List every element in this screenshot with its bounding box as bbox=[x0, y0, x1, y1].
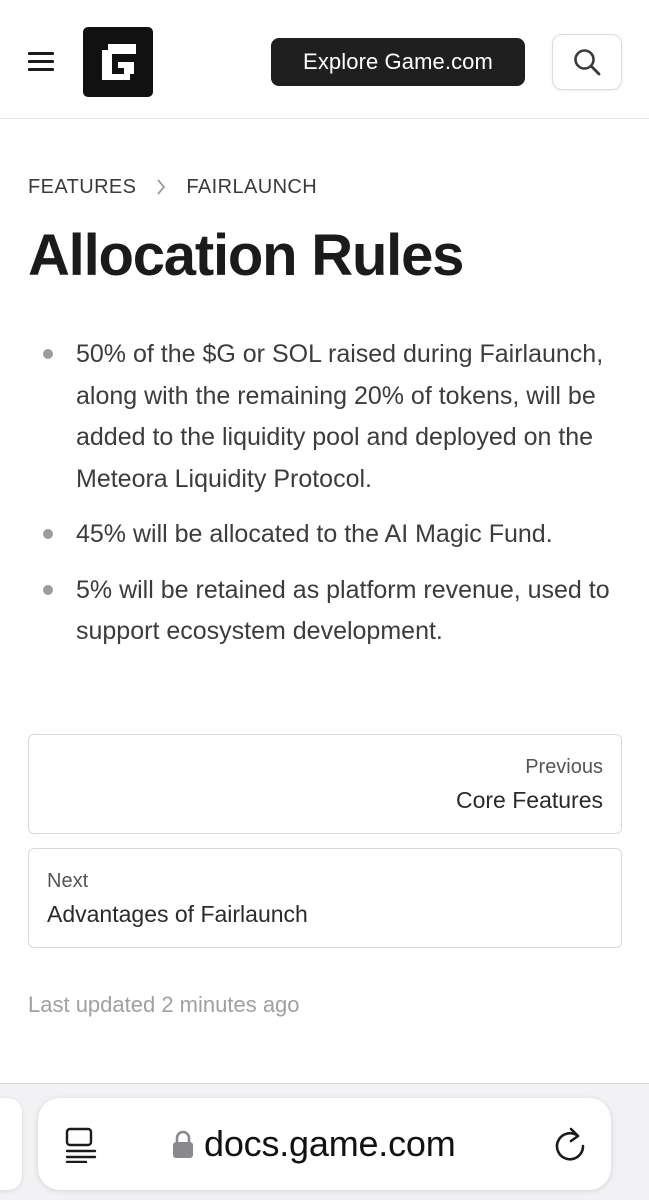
explore-game-button[interactable]: Explore Game.com bbox=[271, 38, 525, 86]
previous-title: Core Features bbox=[455, 787, 603, 813]
browser-toolbar: docs.game.com bbox=[0, 1083, 649, 1200]
hamburger-menu-icon[interactable] bbox=[28, 50, 54, 72]
search-button[interactable] bbox=[552, 34, 622, 90]
list-item-text: 5% will be retained as platform revenue,… bbox=[76, 575, 610, 646]
url-display[interactable]: docs.game.com bbox=[172, 1122, 456, 1166]
bullet-dot bbox=[43, 349, 53, 359]
chevron-right-icon bbox=[156, 179, 166, 195]
next-title: Advantages of Fairlaunch bbox=[47, 901, 308, 927]
bullet-dot bbox=[43, 529, 53, 539]
url-text: docs.game.com bbox=[204, 1123, 456, 1164]
bullet-dot bbox=[43, 584, 53, 595]
list-item: 5% will be retained as platform revenue,… bbox=[0, 570, 649, 653]
previous-label: Previous bbox=[525, 756, 603, 778]
address-bar[interactable]: docs.game.com bbox=[38, 1098, 611, 1190]
top-navbar: Explore Game.com bbox=[0, 0, 649, 119]
lock-icon bbox=[173, 1130, 193, 1158]
breadcrumb-item-fairlaunch[interactable]: FAIRLAUNCH bbox=[186, 176, 317, 199]
next-page-link[interactable]: Next Advantages of Fairlaunch bbox=[28, 848, 622, 948]
breadcrumb-item-features[interactable]: FEATURES bbox=[28, 176, 136, 199]
page-title: Allocation Rules bbox=[28, 223, 464, 288]
list-item-text: 50% of the $G or SOL raised during Fairl… bbox=[76, 340, 604, 493]
game-logo[interactable] bbox=[83, 27, 153, 97]
previous-tab-peek[interactable] bbox=[0, 1098, 22, 1190]
list-item-text: 45% will be allocated to the AI Magic Fu… bbox=[76, 520, 553, 548]
list-item: 50% of the $G or SOL raised during Fairl… bbox=[0, 334, 649, 500]
reload-icon[interactable] bbox=[552, 1124, 588, 1164]
breadcrumb: FEATURES FAIRLAUNCH bbox=[28, 174, 317, 200]
previous-page-link[interactable]: Previous Core Features bbox=[28, 734, 622, 834]
g-logo-icon bbox=[102, 44, 136, 80]
next-label: Next bbox=[47, 870, 89, 892]
reader-mode-icon[interactable] bbox=[64, 1127, 98, 1163]
last-updated-text: Last updated 2 minutes ago bbox=[28, 992, 300, 1017]
list-item: 45% will be allocated to the AI Magic Fu… bbox=[0, 514, 649, 556]
allocation-list: 50% of the $G or SOL raised during Fairl… bbox=[0, 334, 649, 667]
search-icon bbox=[574, 49, 601, 76]
